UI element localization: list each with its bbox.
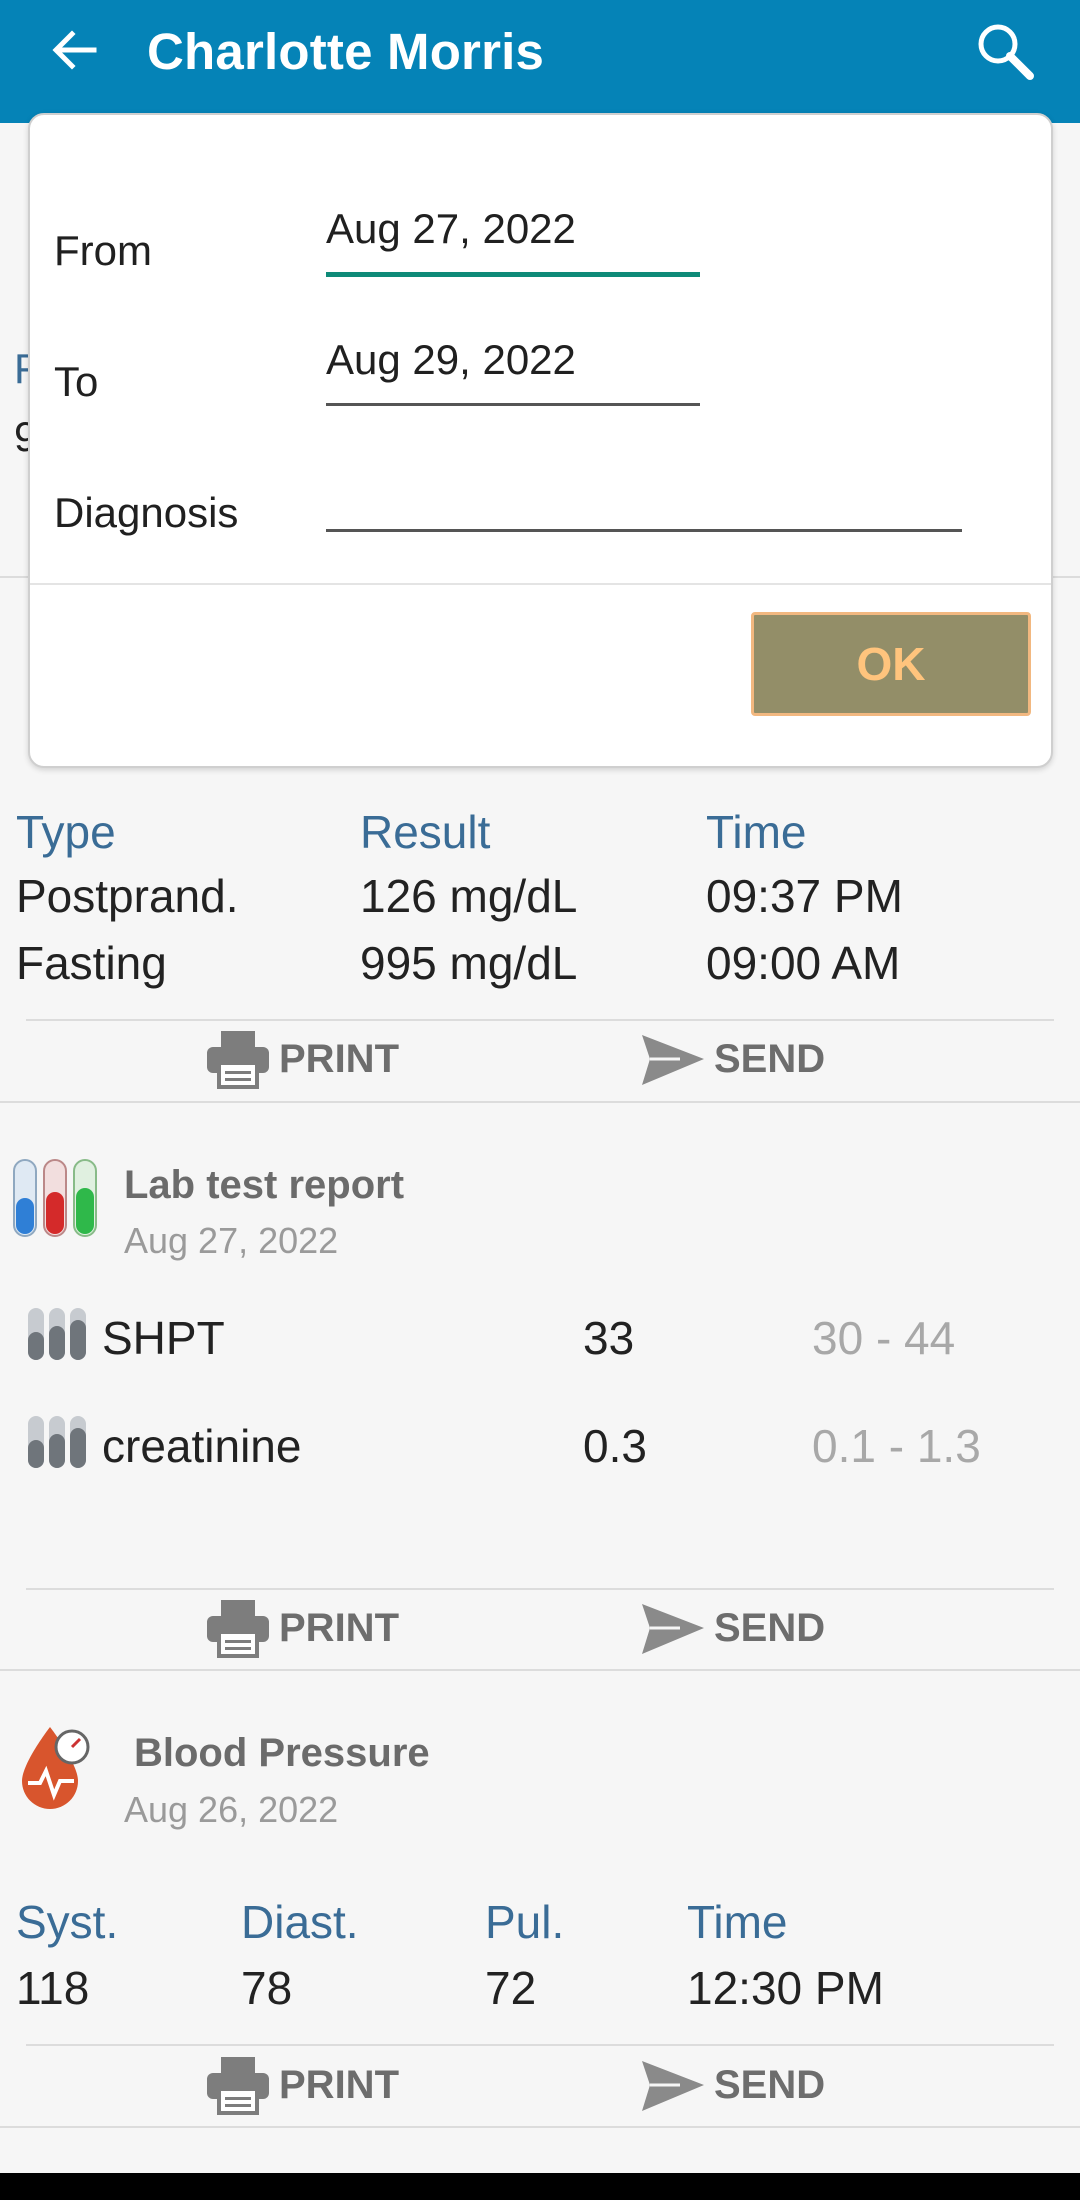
send-label: SEND — [714, 1605, 826, 1650]
from-label: From — [54, 227, 152, 274]
send-label: SEND — [714, 1036, 826, 1081]
divider — [0, 2126, 1080, 2128]
send-button[interactable]: SEND — [640, 2055, 825, 2115]
lab-test-value: 33 — [583, 1312, 635, 1364]
send-icon — [642, 1035, 704, 1085]
lab-card-title: Lab test report — [124, 1163, 405, 1207]
divider — [26, 1019, 1054, 1021]
print-label: PRINT — [279, 2062, 399, 2107]
glucose-col-time: Time — [706, 806, 807, 858]
system-navigation-bar — [0, 2173, 1080, 2200]
ok-button[interactable]: OK — [751, 612, 1031, 716]
back-arrow-icon[interactable] — [44, 20, 104, 80]
to-date-field[interactable]: Aug 29, 2022 — [326, 336, 576, 390]
diagnosis-label: Diagnosis — [54, 489, 239, 536]
print-button[interactable]: PRINT — [205, 2055, 399, 2115]
print-label: PRINT — [279, 1605, 399, 1650]
send-label: SEND — [714, 2062, 826, 2107]
send-button[interactable]: SEND — [640, 1598, 825, 1658]
blood-pressure-icon — [22, 1727, 90, 1809]
glucose-col-type: Type — [16, 806, 116, 858]
search-icon[interactable] — [972, 18, 1038, 84]
bp-col-diast: Diast. — [241, 1896, 359, 1948]
lab-test-value: 0.3 — [583, 1420, 647, 1472]
glucose-type: Postprand. — [16, 870, 239, 922]
date-filter-dialog: From Aug 27, 2022 To Aug 29, 2022 Diagno… — [28, 113, 1053, 768]
glucose-type: Fasting — [16, 937, 167, 989]
glucose-time: 09:37 PM — [706, 870, 903, 922]
send-icon — [642, 2061, 704, 2111]
bp-diast-value: 78 — [241, 1962, 293, 2014]
glucose-result: 126 mg/dL — [360, 870, 578, 922]
divider — [0, 1101, 1080, 1103]
glucose-time: 09:00 AM — [706, 937, 901, 989]
dialog-divider — [30, 583, 1051, 585]
printer-icon — [207, 1031, 269, 1089]
divider — [0, 1669, 1080, 1671]
test-tube-icon — [28, 1308, 86, 1360]
send-icon — [642, 1604, 704, 1654]
bp-card-title: Blood Pressure — [134, 1731, 430, 1775]
to-label: To — [54, 358, 99, 405]
lab-card-date: Aug 27, 2022 — [124, 1220, 339, 1261]
send-button[interactable]: SEND — [640, 1029, 825, 1089]
from-field-underline — [326, 272, 700, 277]
print-button[interactable]: PRINT — [205, 1598, 399, 1658]
printer-icon — [207, 1600, 269, 1658]
to-field-underline — [326, 403, 700, 406]
print-label: PRINT — [279, 1036, 399, 1081]
lab-test-range: 0.1 - 1.3 — [812, 1420, 981, 1472]
printer-icon — [207, 2057, 269, 2115]
test-tube-icon — [28, 1416, 86, 1468]
bp-syst-value: 118 — [16, 1962, 90, 2014]
glucose-col-result: Result — [360, 806, 491, 858]
bp-card-date: Aug 26, 2022 — [124, 1789, 339, 1830]
lab-test-name: SHPT — [102, 1312, 225, 1364]
test-tubes-icon — [13, 1159, 97, 1237]
bp-col-time: Time — [687, 1896, 788, 1948]
divider — [26, 2044, 1054, 2046]
bp-col-pul: Pul. — [485, 1896, 565, 1948]
print-button[interactable]: PRINT — [205, 1029, 399, 1089]
bp-col-syst: Syst. — [16, 1896, 119, 1948]
diagnosis-field-underline — [326, 529, 962, 532]
glucose-result: 995 mg/dL — [360, 937, 578, 989]
bp-pul-value: 72 — [485, 1962, 537, 2014]
lab-test-range: 30 - 44 — [812, 1312, 956, 1364]
from-date-field[interactable]: Aug 27, 2022 — [326, 205, 576, 259]
app-bar: Charlotte Morris — [0, 0, 1080, 123]
divider — [26, 1588, 1054, 1590]
page-title: Charlotte Morris — [147, 23, 545, 80]
diagnosis-field[interactable] — [326, 467, 962, 527]
bp-time-value: 12:30 PM — [687, 1962, 884, 2014]
lab-test-name: creatinine — [102, 1420, 302, 1472]
